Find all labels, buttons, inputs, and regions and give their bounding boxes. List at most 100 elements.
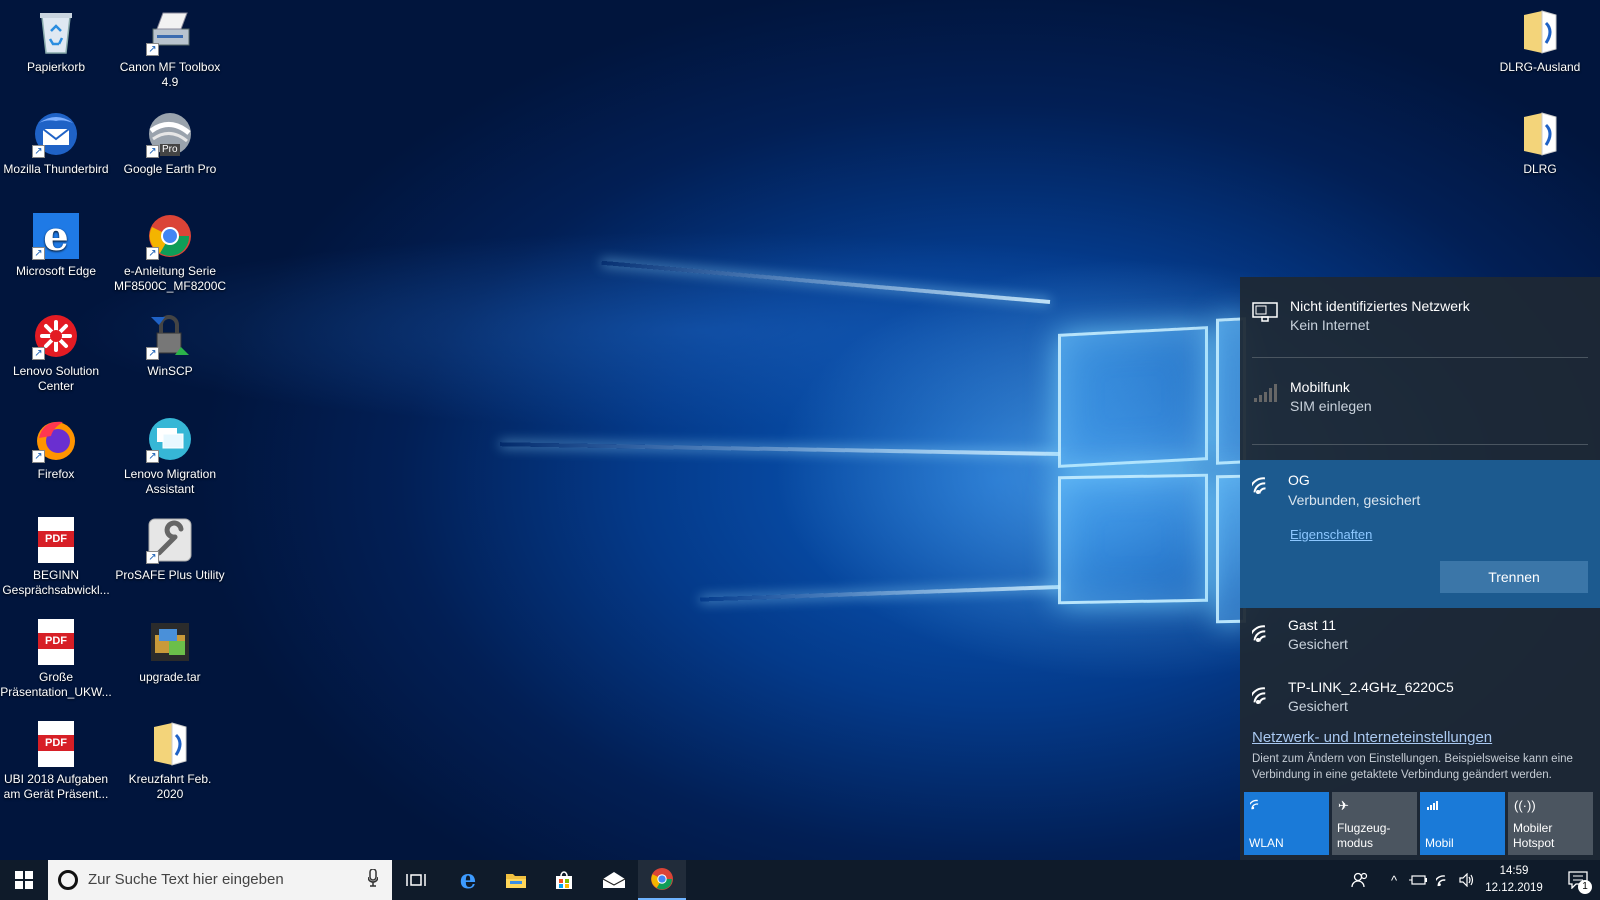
microphone-icon[interactable] [368, 869, 378, 887]
tile-wlan[interactable]: WLAN [1244, 792, 1329, 855]
desktop-icon-label: WinSCP [147, 364, 193, 378]
cellular-signal-icon [1252, 382, 1278, 408]
winscp-icon: ↗ [146, 312, 194, 360]
battery-charging-icon [1409, 875, 1427, 885]
desktop-icon-canon-toolbox[interactable]: ↗ Canon MF Toolbox 4.9 [114, 8, 226, 90]
network-name: TP-LINK_2.4GHz_6220C5 [1288, 679, 1454, 695]
tile-airplane-mode[interactable]: ✈ Flugzeug- modus [1332, 792, 1417, 855]
tile-mobile[interactable]: Mobil [1420, 792, 1505, 855]
taskbar-edge-button[interactable]: e [444, 860, 492, 900]
desktop-icon-label: Lenovo Migration Assistant [123, 467, 217, 496]
search-box[interactable]: Zur Suche Text hier eingeben [48, 860, 392, 900]
network-status: Verbunden, gesichert [1288, 492, 1421, 508]
network-name: Mobilfunk [1290, 379, 1350, 395]
desktop-icon-dlrg[interactable]: DLRG [1484, 110, 1596, 177]
tile-label: Mobil [1425, 836, 1454, 850]
tile-mobile-hotspot[interactable]: ((·)) Mobiler Hotspot [1508, 792, 1593, 855]
mail-icon [602, 872, 626, 888]
disconnect-button[interactable]: Trennen [1440, 561, 1588, 593]
start-button[interactable] [0, 860, 48, 900]
wifi-icon [1248, 472, 1278, 501]
airplane-icon: ✈ [1338, 798, 1349, 813]
edge-icon: e ↗ [32, 212, 80, 260]
network-name: Gast 11 [1288, 617, 1336, 633]
network-item-connected[interactable]: OG Verbunden, gesichert Eigenschaften Tr… [1240, 460, 1600, 608]
desktop-icon-label: Große Präsentation_UKW... [0, 670, 112, 699]
desktop-icon-dlrg-ausland[interactable]: DLRG-Ausland [1484, 8, 1596, 75]
network-name: Nicht identifiziertes Netzwerk [1290, 298, 1470, 314]
speaker-icon [1459, 873, 1474, 887]
pdf-file-icon: PDF [32, 618, 80, 666]
task-view-icon [406, 874, 426, 886]
shortcut-arrow-icon: ↗ [146, 43, 159, 56]
network-item-ethernet[interactable]: Nicht identifiziertes Netzwerk Kein Inte… [1240, 277, 1600, 357]
ethernet-icon [1252, 301, 1278, 327]
taskbar-explorer-button[interactable] [492, 860, 540, 900]
desktop-icon-lenovo-migration[interactable]: ↗ Lenovo Migration Assistant [114, 415, 226, 497]
network-item-tp-link[interactable]: TP-LINK_2.4GHz_6220C5 Gesichert [1240, 670, 1600, 716]
folder-icon [506, 874, 526, 888]
clock-time: 14:59 [1499, 865, 1529, 877]
taskbar-mail-button[interactable] [590, 860, 638, 900]
lenovo-solution-center-icon: ↗ [32, 312, 80, 360]
network-item-gast-11[interactable]: Gast 11 Gesichert [1240, 608, 1600, 670]
taskbar-store-button[interactable] [540, 860, 588, 900]
chrome-icon [651, 868, 673, 890]
volume-button[interactable] [1456, 860, 1478, 900]
notification-count-badge: 1 [1578, 880, 1592, 894]
desktop-icon-kreuzfahrt[interactable]: Kreuzfahrt Feb. 2020 [114, 720, 226, 802]
chevron-up-icon: ^ [1390, 872, 1398, 888]
network-status: Gesichert [1288, 698, 1348, 714]
thunderbird-icon: ↗ [32, 110, 80, 158]
clock[interactable]: 14:59 12.12.2019 [1476, 863, 1552, 897]
divider [1252, 444, 1588, 445]
pro-badge: Pro [160, 144, 180, 156]
google-earth-icon: Pro ↗ [146, 110, 194, 158]
pdf-file-icon: PDF [32, 516, 80, 564]
desktop-icon-label: Canon MF Toolbox 4.9 [119, 60, 221, 89]
desktop-icon-prosafe[interactable]: ↗ ProSAFE Plus Utility [114, 516, 226, 583]
tile-label: Flugzeug- modus [1337, 821, 1391, 850]
network-name: OG [1288, 472, 1310, 488]
desktop-icon-upgrade-tar[interactable]: upgrade.tar [114, 618, 226, 685]
pdf-label: PDF [38, 531, 74, 547]
desktop-icon-label: Lenovo Solution Center [12, 364, 100, 393]
battery-status[interactable] [1406, 860, 1430, 900]
properties-link[interactable]: Eigenschaften [1290, 527, 1372, 542]
network-status: Kein Internet [1290, 317, 1370, 333]
desktop-icon-label: e-Anleitung Serie MF8500C_MF8200C [114, 264, 227, 293]
task-view-button[interactable] [392, 860, 440, 900]
wifi-secured-icon [1248, 620, 1278, 646]
action-center-button[interactable]: 1 [1556, 860, 1600, 900]
cortana-icon [58, 870, 78, 890]
show-hidden-icons-button[interactable]: ^ [1384, 860, 1404, 900]
shortcut-arrow-icon: ↗ [146, 347, 159, 360]
network-status-button[interactable] [1432, 860, 1456, 900]
desktop-icon-winscp[interactable]: ↗ WinSCP [114, 312, 226, 379]
desktop-icon-thunderbird[interactable]: ↗ Mozilla Thunderbird [0, 110, 112, 177]
desktop-icon-lenovo-solution-center[interactable]: ↗ Lenovo Solution Center [0, 312, 112, 394]
desktop-icon-beginn-pdf[interactable]: PDF BEGINN Gesprächsabwickl... [0, 516, 112, 598]
shortcut-arrow-icon: ↗ [146, 450, 159, 463]
desktop-icon-edge[interactable]: e ↗ Microsoft Edge [0, 212, 112, 279]
desktop-icon-e-anleitung[interactable]: ↗ e-Anleitung Serie MF8500C_MF8200C [114, 212, 226, 294]
wifi-icon [1436, 875, 1446, 887]
folder-shortcut-icon [1516, 110, 1564, 158]
desktop-icon-firefox[interactable]: ↗ Firefox [0, 415, 112, 482]
desktop-icon-google-earth-pro[interactable]: Pro ↗ Google Earth Pro [114, 110, 226, 177]
taskbar-chrome-button[interactable] [638, 860, 686, 900]
cellular-signal-icon [1426, 798, 1440, 813]
people-icon [1351, 872, 1368, 888]
people-button[interactable] [1346, 860, 1374, 900]
shortcut-arrow-icon: ↗ [32, 450, 45, 463]
network-status: Gesichert [1288, 636, 1348, 652]
network-item-mobile[interactable]: Mobilfunk SIM einlegen [1240, 358, 1600, 444]
network-settings-link[interactable]: Netzwerk- und Interneteinstellungen [1252, 729, 1492, 746]
search-placeholder: Zur Suche Text hier eingeben [88, 871, 284, 888]
pdf-file-icon: PDF [32, 720, 80, 768]
desktop-icon-papierkorb[interactable]: Papierkorb [0, 8, 112, 75]
desktop-icon-ubi-2018[interactable]: PDF UBI 2018 Aufgaben am Gerät Präsent..… [0, 720, 112, 802]
desktop-icon-label: Kreuzfahrt Feb. 2020 [128, 772, 212, 801]
shortcut-arrow-icon: ↗ [146, 145, 159, 158]
desktop-icon-grosse-praesentation[interactable]: PDF Große Präsentation_UKW... [0, 618, 112, 700]
